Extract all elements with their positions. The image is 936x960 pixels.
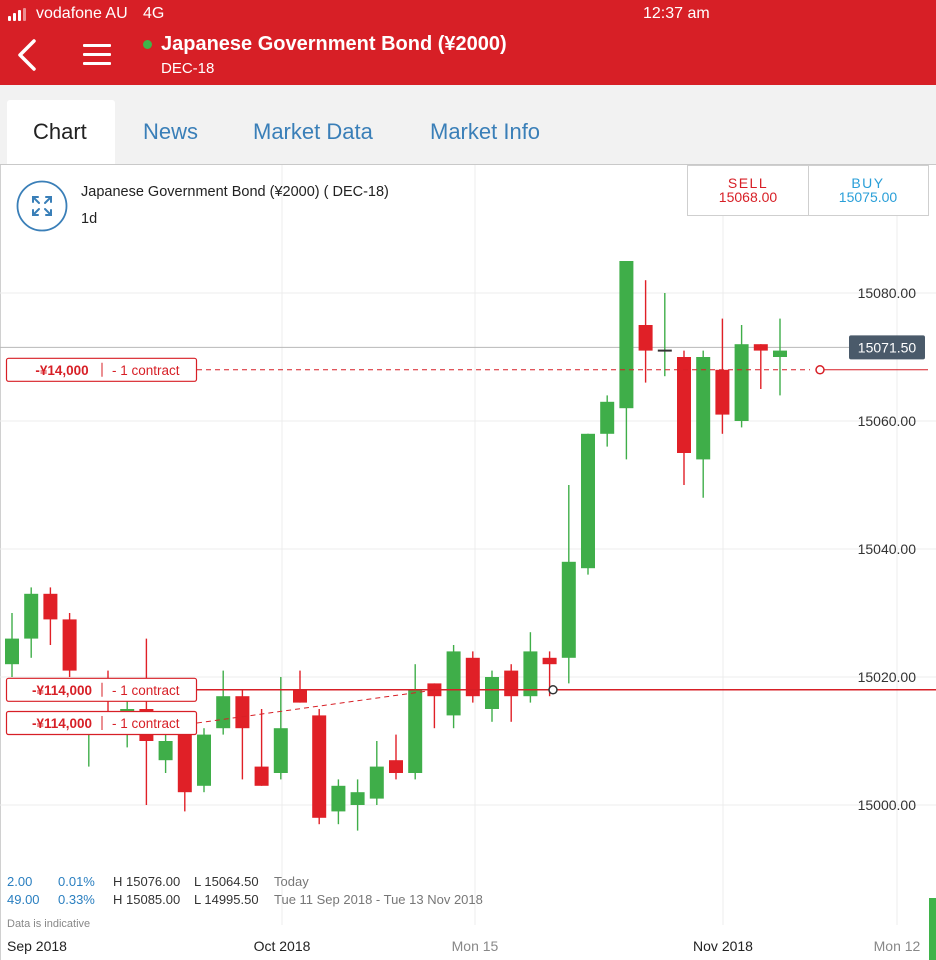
candle-body [446,651,461,716]
candle-body [677,357,691,453]
candle-body [177,734,192,793]
candle-body [638,325,653,351]
today-range: Today [274,874,309,889]
candle [197,728,211,793]
position-amount: -¥114,000 [32,716,92,731]
tab-chart[interactable]: Chart [33,119,87,145]
expand-arrows-icon[interactable] [16,180,68,232]
candle-body [350,792,365,805]
hamburger-menu-icon[interactable] [83,44,111,66]
period-range: Tue 11 Sep 2018 - Tue 13 Nov 2018 [274,892,483,907]
carrier-name: vodafone AU [36,5,128,22]
candle-body [542,657,557,665]
candle-body [389,760,403,773]
candle-body [600,401,615,434]
candle-body [561,561,576,658]
today-high: H 15076.00 [113,874,180,889]
candle [62,613,77,677]
y-tick-label: 15060.00 [858,413,917,429]
side-indicator [929,898,936,960]
candle [465,651,480,703]
candle-body [696,357,711,460]
candle-body [504,670,519,697]
candle-body [619,261,634,409]
network-type: 4G [143,5,165,22]
tab-bar: Chart News Market Data Market Info [0,85,936,165]
tab-news[interactable]: News [143,119,198,145]
position-size: - 1 contract [112,363,180,378]
candle-body [773,350,787,357]
candle-body [216,696,231,729]
position-amount: -¥114,000 [32,683,92,698]
instrument-label: Japanese Government Bond (¥2000) ( DEC-1… [81,184,389,200]
signal-strength-icon [8,8,32,21]
market-status-dot [143,40,152,49]
candle-body [408,689,423,773]
y-tick-label: 15080.00 [858,285,917,301]
period-change: 49.00 [7,892,40,907]
page-subtitle: DEC-18 [161,60,215,77]
candle-body [197,734,211,786]
candle [312,709,327,825]
candle-body [715,369,730,415]
x-tick-label: Mon 12 [874,938,921,954]
tab-market-info[interactable]: Market Info [430,119,540,145]
candle [581,433,595,575]
x-tick-label: Nov 2018 [693,938,753,954]
candle-body [43,593,58,620]
candle-body [273,728,288,773]
candle-body [5,638,19,665]
period-low: L 14995.50 [194,892,259,907]
x-tick-label: Sep 2018 [7,938,67,954]
position-amount: -¥14,000 [35,363,88,378]
x-tick-label: Mon 15 [452,938,499,954]
candle-body [331,785,346,812]
y-tick-label: 15000.00 [858,797,917,813]
buy-button[interactable]: BUY 15075.00 [808,165,929,216]
tab-market-data[interactable]: Market Data [253,119,373,145]
candle-body [62,619,77,671]
price-chart[interactable]: 15080.00 15060.00 15040.00 15020.00 15000.00… [0,165,936,960]
candle-body [369,766,384,799]
position-size: - 1 contract [112,683,180,698]
position-size: - 1 contract [112,716,180,731]
period-change-pct: 0.33% [58,892,95,907]
sell-price: 15068.00 [719,189,778,205]
today-change: 2.00 [7,874,32,889]
disclaimer: Data is indicative [7,918,90,930]
current-price: 15071.50 [858,339,917,355]
candle-body [753,344,768,351]
chevron-left-icon[interactable] [14,38,42,72]
candle-body [254,766,269,786]
candle-body [158,741,173,761]
candle-body [312,715,327,818]
current-price-tag: 15071.50 [849,335,925,360]
page-title: Japanese Government Bond (¥2000) [161,33,507,55]
today-low: L 15064.50 [194,874,259,889]
candle-body [24,593,39,639]
candle-body [485,677,499,709]
x-tick-label: Oct 2018 [254,938,311,954]
buy-price: 15075.00 [839,189,898,205]
sell-button[interactable]: SELL 15068.00 [687,165,809,216]
candle-body [581,433,595,569]
position-anchor [815,365,825,375]
status-time: 12:37 am [643,5,710,22]
y-tick-label: 15020.00 [858,669,917,685]
app-header: vodafone AU 4G 12:37 am Japanese Governm… [0,0,936,85]
period-high: H 15085.00 [113,892,180,907]
position-anchor [548,685,558,695]
candle-body [734,344,749,421]
candle-body [235,696,250,729]
y-tick-label: 15040.00 [858,541,917,557]
interval-label: 1d [81,211,97,227]
today-change-pct: 0.01% [58,874,95,889]
candle-body [293,689,307,703]
